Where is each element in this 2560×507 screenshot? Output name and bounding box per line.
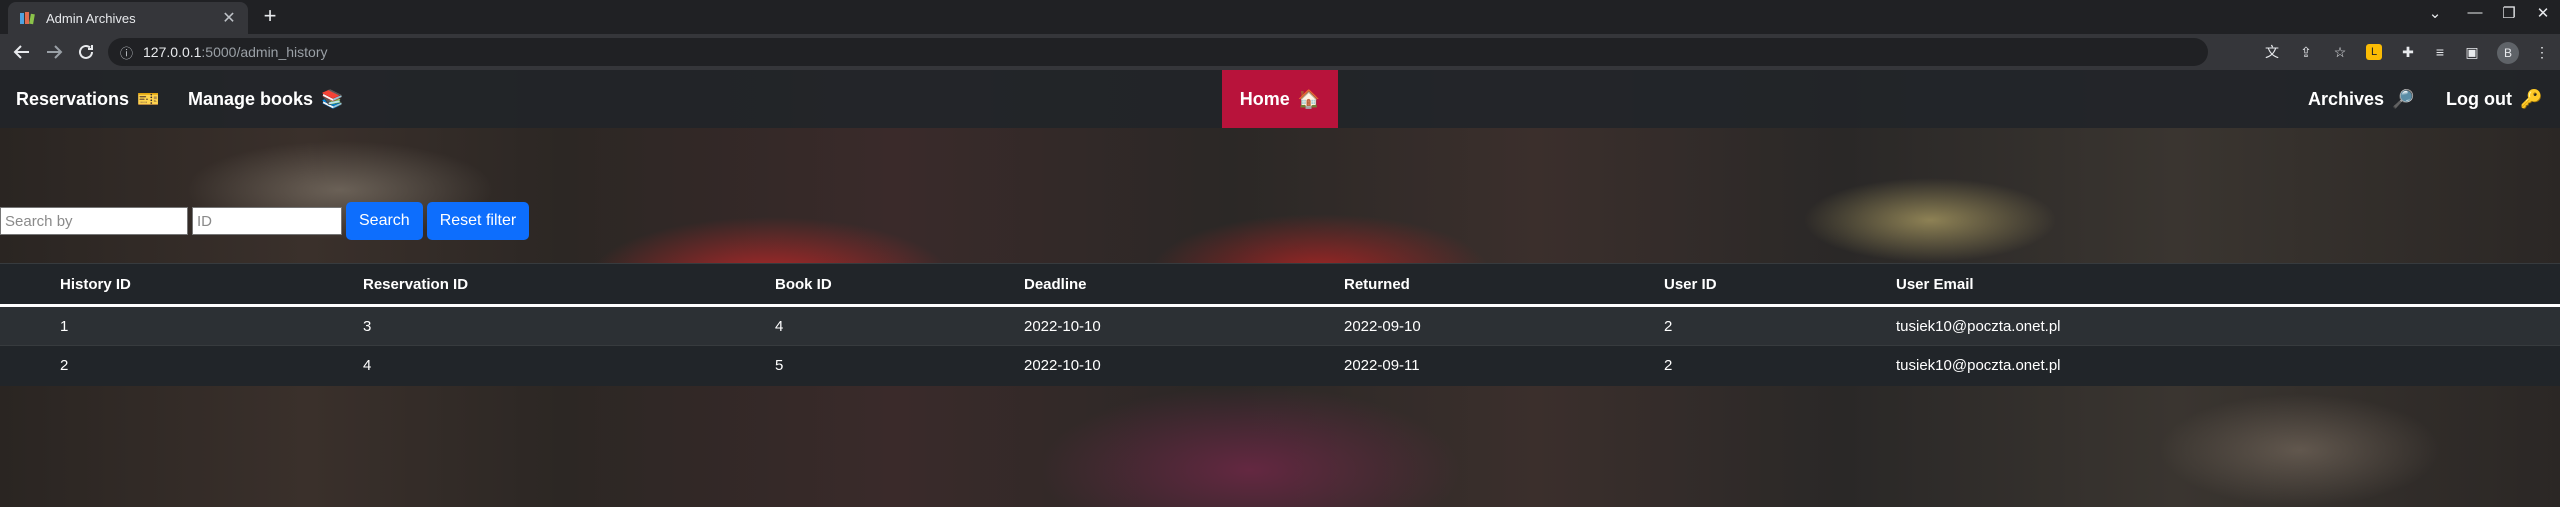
- table-cell: 1: [60, 305, 363, 346]
- browser-tab[interactable]: Admin Archives ✕: [8, 2, 248, 34]
- table-header-cell: History ID: [60, 263, 363, 307]
- tab-search-chevron-icon[interactable]: ⌄: [2420, 4, 2450, 22]
- table-row-spacer: [0, 305, 60, 346]
- reading-list-icon[interactable]: ≡: [2430, 42, 2450, 62]
- profile-avatar[interactable]: B: [2497, 42, 2519, 64]
- filter-form: Search Reset filter: [0, 202, 530, 240]
- table-header-cell: Book ID: [775, 263, 1024, 307]
- table-cell: 2022-10-10: [1024, 305, 1344, 346]
- history-table: History ID Reservation ID Book ID Deadli…: [0, 263, 2560, 386]
- back-arrow-icon[interactable]: [10, 40, 34, 64]
- table-header-spacer: [0, 263, 60, 307]
- nav-reservations-link[interactable]: Reservations 🎫: [16, 70, 159, 128]
- table-header-cell: Deadline: [1024, 263, 1344, 307]
- reset-filter-button[interactable]: Reset filter: [426, 202, 530, 240]
- nav-manage-books-label: Manage books: [188, 88, 314, 109]
- table-header-cell: Reservation ID: [363, 263, 775, 307]
- table-cell: 5: [775, 345, 1024, 386]
- nav-logout-link[interactable]: Log out 🔑: [2446, 70, 2542, 128]
- url-path: :5000/admin_history: [201, 44, 328, 60]
- bookmark-star-icon[interactable]: ☆: [2330, 42, 2350, 62]
- table-cell: tusiek10@poczta.onet.pl: [1896, 305, 2560, 346]
- top-navbar: Reservations 🎫 Manage books 📚 Home 🏠 Arc…: [0, 70, 2560, 128]
- new-tab-button[interactable]: +: [258, 5, 282, 29]
- extensions-puzzle-icon[interactable]: ✚: [2398, 42, 2418, 62]
- nav-archives-label: Archives: [2308, 88, 2385, 109]
- side-panel-icon[interactable]: ▣: [2462, 42, 2482, 62]
- table-cell: 2: [1664, 305, 1896, 346]
- menu-kebab-icon[interactable]: ⋮: [2532, 42, 2552, 62]
- browser-tabstrip: Admin Archives ✕ + ⌄ — ❐ ✕: [0, 0, 2560, 34]
- address-bar[interactable]: ⓘ 127.0.0.1 :5000/admin_history: [108, 38, 2208, 66]
- table-header-cell: User Email: [1896, 263, 2560, 307]
- browser-toolbar: ⓘ 127.0.0.1 :5000/admin_history 文 ⇪ ☆ L …: [0, 34, 2560, 70]
- page-content: Reservations 🎫 Manage books 📚 Home 🏠 Arc…: [0, 70, 2560, 507]
- house-icon: 🏠: [1297, 88, 1321, 109]
- url-host: 127.0.0.1: [143, 44, 202, 60]
- table-cell: 3: [363, 305, 775, 346]
- nav-home-link[interactable]: Home 🏠: [1222, 70, 1338, 128]
- books-icon: 📚: [321, 88, 344, 109]
- restore-button[interactable]: ❐: [2494, 4, 2524, 22]
- magnifier-icon: 🔎: [2392, 88, 2415, 109]
- table-cell: 2022-09-10: [1344, 305, 1664, 346]
- extension-icon[interactable]: L: [2366, 44, 2382, 60]
- table-row-spacer: [0, 345, 60, 386]
- books-favicon-icon: [18, 9, 36, 27]
- tab-close-icon[interactable]: ✕: [220, 8, 238, 28]
- search-by-input[interactable]: [0, 207, 188, 235]
- ticket-icon: 🎫: [137, 88, 160, 109]
- table-cell: 2022-10-10: [1024, 345, 1344, 386]
- key-icon: 🔑: [2519, 88, 2543, 109]
- id-input[interactable]: [192, 207, 342, 235]
- nav-reservations-label: Reservations: [16, 88, 130, 109]
- forward-arrow-icon[interactable]: [42, 40, 66, 64]
- search-button[interactable]: Search: [346, 202, 423, 240]
- table-row: 1 3 4 2022-10-10 2022-09-10 2 tusiek10@p…: [0, 305, 2560, 346]
- table-cell: tusiek10@poczta.onet.pl: [1896, 345, 2560, 386]
- table-row: 2 4 5 2022-10-10 2022-09-11 2 tusiek10@p…: [0, 345, 2560, 386]
- table-cell: 4: [363, 345, 775, 386]
- table-cell: 2022-09-11: [1344, 345, 1664, 386]
- table-header-cell: User ID: [1664, 263, 1896, 307]
- nav-manage-books-link[interactable]: Manage books 📚: [188, 70, 343, 128]
- share-icon[interactable]: ⇪: [2296, 42, 2316, 62]
- tab-title: Admin Archives: [46, 10, 136, 26]
- table-cell: 2: [1664, 345, 1896, 386]
- nav-home-label: Home: [1239, 88, 1290, 109]
- table-header-cell: Returned: [1344, 263, 1664, 307]
- reload-icon[interactable]: [74, 40, 98, 64]
- table-header-row: History ID Reservation ID Book ID Deadli…: [0, 263, 2560, 307]
- minimize-button[interactable]: —: [2460, 4, 2490, 21]
- site-info-icon[interactable]: ⓘ: [120, 43, 133, 62]
- table-cell: 2: [60, 345, 363, 386]
- nav-logout-label: Log out: [2446, 88, 2512, 109]
- translate-icon[interactable]: 文: [2262, 42, 2282, 62]
- table-cell: 4: [775, 305, 1024, 346]
- close-window-button[interactable]: ✕: [2528, 4, 2558, 22]
- nav-archives-link[interactable]: Archives 🔎: [2308, 70, 2414, 128]
